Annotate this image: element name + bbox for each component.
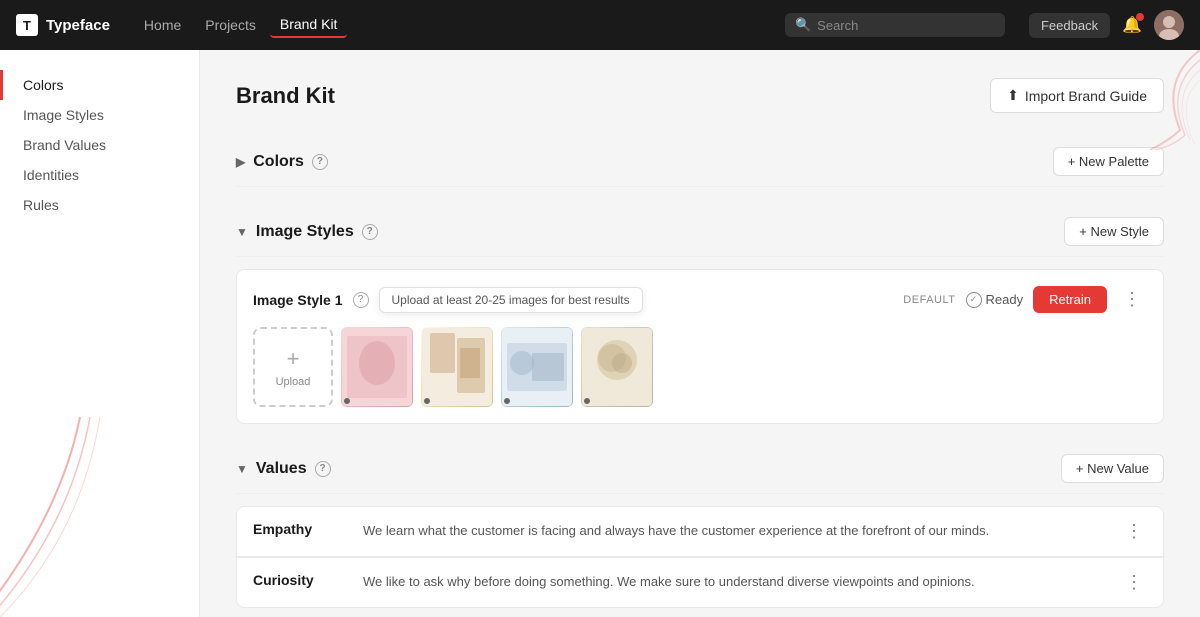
image-thumb-4[interactable]: [581, 327, 653, 407]
image-thumb-2[interactable]: [421, 327, 493, 407]
upload-label: Upload: [276, 376, 311, 388]
search-icon: 🔍: [795, 17, 811, 33]
image-style-help-icon[interactable]: ?: [353, 292, 369, 308]
notification-button[interactable]: 🔔: [1122, 15, 1142, 35]
layout: Colors Image Styles Brand Values Identit…: [0, 50, 1200, 617]
new-value-button[interactable]: + New Value: [1061, 454, 1164, 483]
nav-home[interactable]: Home: [134, 13, 191, 37]
image-style-card: Image Style 1 ? Upload at least 20-25 im…: [236, 269, 1164, 424]
image-styles-help-icon[interactable]: ?: [362, 224, 378, 240]
upload-box[interactable]: + Upload: [253, 327, 333, 407]
image-grid: + Upload: [253, 327, 1147, 407]
colors-chevron-icon[interactable]: ▶: [236, 155, 245, 169]
import-brand-guide-button[interactable]: ⬆ Import Brand Guide: [990, 78, 1164, 113]
image-styles-title-row: ▼ Image Styles ?: [236, 223, 378, 241]
new-style-button[interactable]: + New Style: [1064, 217, 1164, 246]
image-dot-1: [344, 398, 350, 404]
topnav-right: Feedback 🔔: [1029, 10, 1184, 40]
values-section: ▼ Values ? + New Value Empathy We learn …: [236, 444, 1164, 608]
image-thumb-1[interactable]: [341, 327, 413, 407]
sidebar-item-rules[interactable]: Rules: [0, 190, 199, 220]
values-row-empathy: Empathy We learn what the customer is fa…: [236, 506, 1164, 557]
app-name: Typeface: [46, 17, 110, 34]
card-header: Image Style 1 ? Upload at least 20-25 im…: [253, 286, 1147, 313]
feedback-button[interactable]: Feedback: [1029, 13, 1110, 38]
image-dot-3: [504, 398, 510, 404]
colors-help-icon[interactable]: ?: [312, 154, 328, 170]
value-more-button-empathy[interactable]: ⋮: [1121, 521, 1147, 542]
avatar-image: [1154, 10, 1184, 40]
image-style-name: Image Style 1: [253, 292, 343, 308]
colors-section: ▶ Colors ? + New Palette: [236, 137, 1164, 187]
colors-title: Colors: [253, 153, 304, 171]
nav-projects[interactable]: Projects: [195, 13, 266, 37]
image-thumb-3[interactable]: [501, 327, 573, 407]
sidebar: Colors Image Styles Brand Values Identit…: [0, 50, 200, 617]
nav-brand-kit[interactable]: Brand Kit: [270, 12, 348, 38]
search-bar: 🔍: [785, 13, 1005, 37]
topnav: T Typeface Home Projects Brand Kit 🔍 Fee…: [0, 0, 1200, 50]
main-header: Brand Kit ⬆ Import Brand Guide: [236, 78, 1164, 113]
values-title-row: ▼ Values ?: [236, 460, 331, 478]
retrain-button[interactable]: Retrain: [1033, 286, 1107, 313]
app-logo[interactable]: T Typeface: [16, 14, 110, 36]
default-badge: DEFAULT: [903, 294, 955, 306]
values-title: Values: [256, 460, 307, 478]
upload-icon: ⬆: [1007, 87, 1019, 104]
sidebar-item-identities[interactable]: Identities: [0, 160, 199, 190]
values-help-icon[interactable]: ?: [315, 461, 331, 477]
ready-status: ✓ Ready: [966, 292, 1024, 308]
sidebar-item-image-styles[interactable]: Image Styles: [0, 100, 199, 130]
value-name-curiosity: Curiosity: [253, 572, 343, 588]
sidebar-item-colors[interactable]: Colors: [0, 70, 199, 100]
search-input[interactable]: [817, 18, 995, 33]
image-style-tooltip: Upload at least 20-25 images for best re…: [379, 287, 643, 313]
card-actions: DEFAULT ✓ Ready Retrain ⋮: [903, 286, 1147, 313]
image-dot-4: [584, 398, 590, 404]
value-more-button-curiosity[interactable]: ⋮: [1121, 572, 1147, 593]
main-content: Brand Kit ⬆ Import Brand Guide ▶ Colors …: [200, 50, 1200, 617]
logo-letter: T: [23, 18, 31, 33]
upload-plus-icon: +: [287, 346, 300, 372]
card-more-button[interactable]: ⋮: [1117, 287, 1147, 312]
colors-title-row: ▶ Colors ?: [236, 153, 328, 171]
image-styles-title: Image Styles: [256, 223, 354, 241]
values-section-header: ▼ Values ? + New Value: [236, 444, 1164, 494]
values-chevron-icon[interactable]: ▼: [236, 462, 248, 476]
ready-label: Ready: [986, 292, 1024, 307]
ready-check-icon: ✓: [966, 292, 982, 308]
notification-badge: [1136, 13, 1144, 21]
page-title: Brand Kit: [236, 83, 335, 109]
values-list: Empathy We learn what the customer is fa…: [236, 506, 1164, 608]
value-desc-empathy: We learn what the customer is facing and…: [363, 521, 1101, 541]
value-desc-curiosity: We like to ask why before doing somethin…: [363, 572, 1101, 592]
logo-box: T: [16, 14, 38, 36]
colors-section-header: ▶ Colors ? + New Palette: [236, 137, 1164, 187]
sidebar-item-brand-values[interactable]: Brand Values: [0, 130, 199, 160]
topnav-links: Home Projects Brand Kit: [134, 12, 348, 38]
value-name-empathy: Empathy: [253, 521, 343, 537]
image-styles-section-header: ▼ Image Styles ? + New Style: [236, 207, 1164, 257]
avatar[interactable]: [1154, 10, 1184, 40]
image-styles-chevron-icon[interactable]: ▼: [236, 225, 248, 239]
values-row-curiosity: Curiosity We like to ask why before doin…: [236, 557, 1164, 608]
new-palette-button[interactable]: + New Palette: [1053, 147, 1164, 176]
image-styles-section: ▼ Image Styles ? + New Style Image Style…: [236, 207, 1164, 424]
image-dot-2: [424, 398, 430, 404]
